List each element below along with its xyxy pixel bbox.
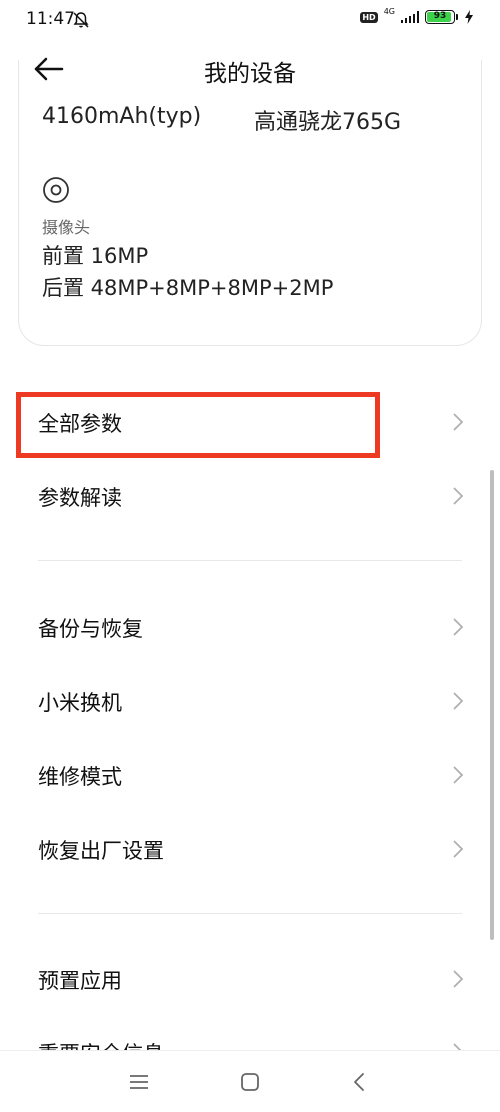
menu-item-label: 预置应用 xyxy=(38,969,122,993)
chevron-right-icon xyxy=(453,970,464,988)
status-time: 11:47 xyxy=(26,9,75,29)
menu-item-label: 备份与恢复 xyxy=(38,617,143,641)
menu-item-mi-mover[interactable]: 小米换机 xyxy=(0,671,500,731)
menu-item-preinstalled-apps[interactable]: 预置应用 xyxy=(0,949,500,1009)
network-type: 4G xyxy=(383,7,395,16)
battery-icon: 93 xyxy=(425,10,455,24)
chevron-right-icon xyxy=(453,487,464,505)
chevron-right-icon xyxy=(453,766,464,784)
processor-value: 高通骁龙765G xyxy=(254,110,402,135)
home-icon[interactable] xyxy=(240,1072,260,1092)
mute-bell-icon xyxy=(73,12,89,28)
menu-item-backup-restore[interactable]: 备份与恢复 xyxy=(0,597,500,657)
menu-item-label: 小米换机 xyxy=(38,691,122,715)
section-divider xyxy=(38,560,462,561)
signal-icon xyxy=(401,11,419,23)
chevron-right-icon xyxy=(453,840,464,858)
charging-bolt-icon xyxy=(465,10,473,24)
hd-badge: HD xyxy=(360,11,378,23)
battery-capacity-value: 4160mAh(typ) xyxy=(42,104,202,129)
menu-icon[interactable] xyxy=(128,1073,150,1091)
menu-item-factory-reset[interactable]: 恢复出厂设置 xyxy=(0,819,500,879)
camera-icon xyxy=(43,177,69,203)
back-icon[interactable] xyxy=(352,1071,366,1093)
scrollbar[interactable] xyxy=(490,470,494,940)
menu-item-repair-mode[interactable]: 维修模式 xyxy=(0,745,500,805)
navigation-bar xyxy=(0,1050,500,1112)
highlight-box xyxy=(16,392,380,458)
menu-item-label: 维修模式 xyxy=(38,765,122,789)
status-bar: 11:47 HD 4G 93 xyxy=(0,0,500,38)
menu-item-label: 参数解读 xyxy=(38,486,122,510)
status-icons: HD 4G 93 xyxy=(360,7,474,24)
chevron-right-icon xyxy=(453,618,464,636)
chevron-right-icon xyxy=(453,692,464,710)
rear-camera-value: 后置 48MP+8MP+8MP+2MP xyxy=(42,276,334,300)
chevron-right-icon xyxy=(453,413,464,431)
section-divider xyxy=(38,913,462,914)
front-camera-value: 前置 16MP xyxy=(42,244,149,268)
camera-label: 摄像头 xyxy=(42,218,91,237)
device-spec-card xyxy=(18,60,482,346)
menu-item-param-explain[interactable]: 参数解读 xyxy=(0,466,500,526)
battery-tip xyxy=(456,14,458,20)
menu-item-label: 恢复出厂设置 xyxy=(38,839,164,863)
battery-level: 93 xyxy=(433,11,447,21)
